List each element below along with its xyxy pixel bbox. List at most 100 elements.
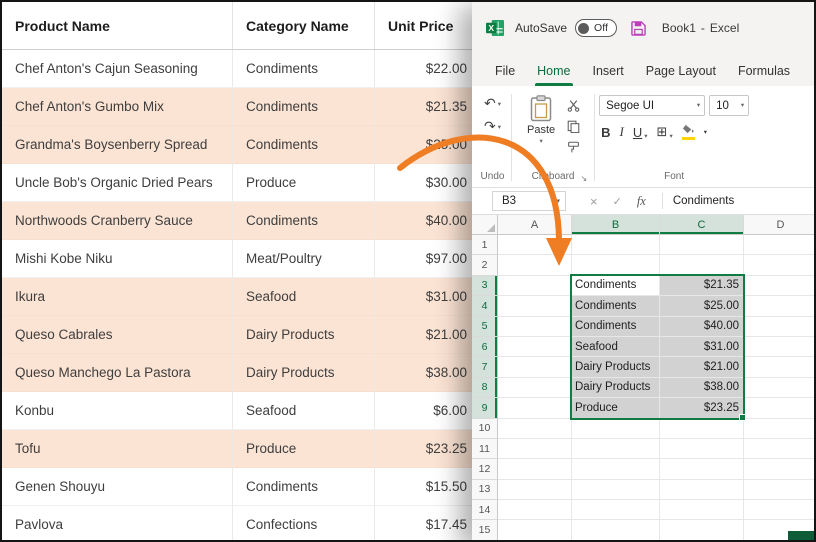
name-box[interactable]: B3 ▾ [492,191,566,211]
ribbon-tab-home[interactable]: Home [526,58,581,86]
cell-D6[interactable] [744,337,816,357]
underline-button[interactable]: U ▾ [633,125,648,140]
paste-button[interactable]: Paste ▾ [522,93,560,171]
cancel-icon[interactable]: × [590,194,598,209]
row-header-6[interactable]: 6 [472,337,498,357]
cell-A4[interactable] [498,296,572,316]
cell-B9[interactable]: Produce [572,398,660,418]
grid-row[interactable]: TofuProduce$23.25 [2,430,472,468]
cell-A12[interactable] [498,459,572,479]
cell-B10[interactable] [572,419,660,439]
row-header-10[interactable]: 10 [472,419,498,439]
cell-D9[interactable] [744,398,816,418]
grid-row[interactable]: Queso Manchego La PastoraDairy Products$… [2,354,472,392]
grid-row[interactable]: Genen ShouyuCondiments$15.50 [2,468,472,506]
cell-B13[interactable] [572,480,660,500]
cell-C15[interactable] [660,520,744,540]
row-header-8[interactable]: 8 [472,378,498,398]
cell-C4[interactable]: $25.00 [660,296,744,316]
cell-B14[interactable] [572,500,660,520]
cell-B3[interactable]: Condiments [572,276,660,296]
row-header-3[interactable]: 3 [472,276,498,296]
redo-button[interactable]: ↷ ▾ [484,120,501,134]
undo-group-label[interactable]: Undo [481,171,505,182]
cell-D7[interactable] [744,357,816,377]
insert-function-icon[interactable]: fx [637,194,646,209]
save-button[interactable] [631,21,646,36]
cell-A7[interactable] [498,357,572,377]
select-all-corner[interactable] [472,215,498,235]
column-header-product-name[interactable]: Product Name [2,2,233,49]
cell-B6[interactable]: Seafood [572,337,660,357]
cell-C1[interactable] [660,235,744,255]
row-header-4[interactable]: 4 [472,296,498,316]
cell-A2[interactable] [498,255,572,275]
row-header-14[interactable]: 14 [472,500,498,520]
italic-button[interactable]: I [620,124,624,140]
cell-D3[interactable] [744,276,816,296]
cell-D8[interactable] [744,378,816,398]
bold-button[interactable]: B [601,125,610,140]
cell-D5[interactable] [744,317,816,337]
cell-A9[interactable] [498,398,572,418]
cell-B5[interactable]: Condiments [572,317,660,337]
cell-B8[interactable]: Dairy Products [572,378,660,398]
row-header-15[interactable]: 15 [472,520,498,540]
cell-A3[interactable] [498,276,572,296]
cell-C9[interactable]: $23.25 [660,398,744,418]
cell-B4[interactable]: Condiments [572,296,660,316]
grid-row[interactable]: Chef Anton's Gumbo MixCondiments$21.35 [2,88,472,126]
cell-C3[interactable]: $21.35 [660,276,744,296]
cell-C10[interactable] [660,419,744,439]
cut-button[interactable] [567,99,580,112]
borders-button[interactable]: ⊞ ▾ [657,125,673,140]
grid-row[interactable]: Mishi Kobe NikuMeat/Poultry$97.00 [2,240,472,278]
cell-C11[interactable] [660,439,744,459]
copy-button[interactable] [567,120,580,133]
grid-row[interactable]: Chef Anton's Cajun SeasoningCondiments$2… [2,50,472,88]
cell-D10[interactable] [744,419,816,439]
grid-row[interactable]: Northwoods Cranberry SauceCondiments$40.… [2,202,472,240]
cell-B11[interactable] [572,439,660,459]
clipboard-group-label[interactable]: Clipboard [532,171,575,182]
enter-icon[interactable]: ✓ [613,195,622,208]
font-name-combobox[interactable]: Segoe UI ▾ [599,95,705,116]
row-header-13[interactable]: 13 [472,480,498,500]
cell-B15[interactable] [572,520,660,540]
ribbon-tab-formulas[interactable]: Formulas [727,58,801,86]
cell-C7[interactable]: $21.00 [660,357,744,377]
autosave-toggle[interactable]: Off [575,19,617,37]
grid-row[interactable]: PavlovaConfections$17.45 [2,506,472,542]
row-header-9[interactable]: 9 [472,398,498,418]
fill-handle[interactable] [739,414,746,421]
row-header-12[interactable]: 12 [472,459,498,479]
column-header-unit-price[interactable]: Unit Price [375,2,472,49]
cell-A15[interactable] [498,520,572,540]
cell-C12[interactable] [660,459,744,479]
cell-A10[interactable] [498,419,572,439]
column-header-category-name[interactable]: Category Name [233,2,375,49]
ribbon-tab-page-layout[interactable]: Page Layout [635,58,727,86]
cell-D11[interactable] [744,439,816,459]
row-header-11[interactable]: 11 [472,439,498,459]
fill-color-button[interactable] [682,124,695,140]
cell-A13[interactable] [498,480,572,500]
cell-D14[interactable] [744,500,816,520]
formula-bar-content[interactable]: Condiments [673,195,734,207]
cell-A11[interactable] [498,439,572,459]
font-group-label[interactable]: Font [664,171,684,182]
grid-row[interactable]: Queso CabralesDairy Products$21.00 [2,316,472,354]
cell-B7[interactable]: Dairy Products [572,357,660,377]
grid-row[interactable]: Grandma's Boysenberry SpreadCondiments$2… [2,126,472,164]
cell-A8[interactable] [498,378,572,398]
ribbon-tab-file[interactable]: File [484,58,526,86]
cell-A6[interactable] [498,337,572,357]
row-header-7[interactable]: 7 [472,357,498,377]
cell-D12[interactable] [744,459,816,479]
column-header-C[interactable]: C [660,215,744,235]
column-header-A[interactable]: A [498,215,572,235]
grid-row[interactable]: IkuraSeafood$31.00 [2,278,472,316]
cell-D2[interactable] [744,255,816,275]
undo-button[interactable]: ↶ ▾ [484,97,501,111]
cell-D4[interactable] [744,296,816,316]
